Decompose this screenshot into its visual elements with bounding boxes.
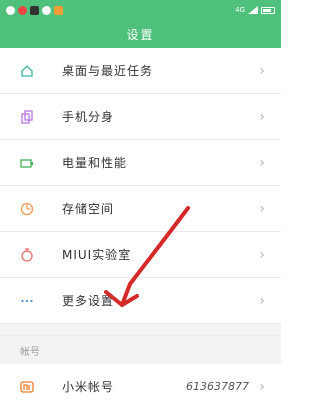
mi-icon bbox=[20, 380, 34, 394]
settings-item-clone[interactable]: 手机分身 › bbox=[0, 94, 281, 140]
notification-icon bbox=[6, 5, 15, 15]
app-header: 设置 bbox=[0, 20, 281, 48]
status-indicators: 4G bbox=[235, 6, 275, 14]
section-header-account: 帐号 bbox=[0, 336, 281, 364]
chevron-right-icon: › bbox=[259, 378, 265, 395]
settings-item-more[interactable]: 更多设置 › bbox=[0, 278, 281, 324]
home-icon bbox=[20, 64, 34, 78]
settings-item-label: 小米帐号 bbox=[62, 380, 115, 394]
notification-icon bbox=[30, 5, 39, 15]
notification-icon bbox=[42, 5, 51, 15]
settings-item-label: 桌面与最近任务 bbox=[62, 64, 154, 78]
flask-icon bbox=[20, 247, 34, 262]
chevron-right-icon: › bbox=[259, 62, 265, 79]
chevron-right-icon: › bbox=[259, 292, 265, 309]
section-divider bbox=[0, 324, 281, 336]
battery-icon bbox=[20, 156, 34, 170]
account-value: 613637877 bbox=[186, 380, 249, 393]
settings-item-label: 存储空间 bbox=[62, 202, 115, 216]
network-label: 4G bbox=[235, 6, 245, 14]
chevron-right-icon: › bbox=[259, 108, 265, 125]
settings-list: 桌面与最近任务 › 手机分身 › 电量和性能 › 存储空间 › MIUI实验室 … bbox=[0, 48, 281, 400]
settings-item-label: 更多设置 bbox=[62, 294, 115, 308]
signal-icon bbox=[248, 6, 258, 14]
notification-icon bbox=[54, 5, 63, 15]
settings-item-label: MIUI实验室 bbox=[62, 248, 132, 262]
more-icon bbox=[20, 294, 34, 308]
status-bar: 4G bbox=[0, 0, 281, 20]
storage-icon bbox=[20, 202, 34, 216]
settings-item-desktop[interactable]: 桌面与最近任务 › bbox=[0, 48, 281, 94]
chevron-right-icon: › bbox=[259, 154, 265, 171]
settings-item-label: 手机分身 bbox=[62, 110, 115, 124]
clone-icon bbox=[20, 109, 34, 124]
settings-item-lab[interactable]: MIUI实验室 › bbox=[0, 232, 281, 278]
chevron-right-icon: › bbox=[259, 246, 265, 263]
status-notifications bbox=[6, 5, 63, 15]
page-title: 设置 bbox=[126, 27, 155, 42]
battery-icon bbox=[261, 6, 275, 14]
notification-icon bbox=[18, 5, 27, 15]
settings-item-storage[interactable]: 存储空间 › bbox=[0, 186, 281, 232]
settings-item-battery[interactable]: 电量和性能 › bbox=[0, 140, 281, 186]
settings-item-mi-account[interactable]: 小米帐号 613637877 › bbox=[0, 364, 281, 400]
chevron-right-icon: › bbox=[259, 200, 265, 217]
section-title: 帐号 bbox=[20, 346, 40, 358]
settings-item-label: 电量和性能 bbox=[62, 156, 128, 170]
